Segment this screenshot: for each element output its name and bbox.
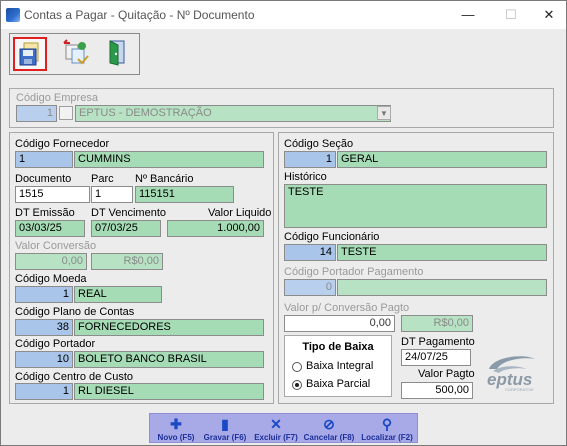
portador-pagamento-label: Código Portador Pagamento	[284, 266, 424, 278]
centro-custo-name-field: RL DIESEL	[74, 383, 264, 400]
gravar-label: Gravar (F6)	[203, 433, 247, 442]
parc-field[interactable]: 1	[91, 186, 133, 203]
valor-conv-pagto-label: Valor p/ Conversão Pagto	[284, 302, 410, 314]
valor-liquido-field: 1.000,00	[167, 220, 264, 237]
action-bar: ✚ Novo (F5) ▮ Gravar (F6) ✕ Excluir (F7)…	[149, 413, 418, 443]
fornecedor-label: Código Fornecedor	[15, 138, 110, 150]
plus-icon: ✚	[170, 416, 182, 432]
plano-contas-code-field[interactable]: 38	[15, 319, 73, 336]
secao-name-field: GERAL	[337, 151, 547, 168]
funcionario-name-field: TESTE	[337, 244, 547, 261]
portador-name-field: BOLETO BANCO BRASIL	[74, 351, 264, 368]
fornecedor-name-field: CUMMINS	[74, 151, 264, 168]
dt-emissao-field: 03/03/25	[15, 220, 85, 237]
logo-subtext: CORPORATIVE	[505, 387, 534, 392]
valor-conv-pagto-rs-field: R$0,00	[401, 315, 473, 332]
funcionario-label: Código Funcionário	[284, 231, 380, 243]
empresa-group: Código Empresa 1 EPTUS - DEMOSTRAÇÃO ▼	[9, 88, 554, 128]
documento-field[interactable]: 1515	[15, 186, 90, 203]
novo-label: Novo (F5)	[157, 433, 195, 442]
save-disk-button[interactable]	[13, 37, 47, 71]
gravar-button[interactable]: ▮ Gravar (F6)	[200, 415, 250, 443]
dt-pagamento-field[interactable]: 24/07/25	[401, 349, 471, 366]
chevron-down-icon[interactable]: ▼	[377, 106, 391, 120]
valor-pagto-field[interactable]: 500,00	[401, 382, 473, 399]
valor-conv-pagto-field: 0,00	[284, 315, 395, 332]
nbancario-label: Nº Bancário	[135, 173, 194, 185]
baixa-integral-label[interactable]: Baixa Integral	[306, 360, 373, 372]
save-icon: ▮	[221, 416, 229, 432]
empresa-lookup-icon[interactable]	[59, 106, 73, 120]
tipo-baixa-title: Tipo de Baixa	[302, 341, 374, 353]
secao-label: Código Seção	[284, 138, 354, 150]
parc-label: Parc	[91, 173, 114, 185]
moeda-code-field[interactable]: 1	[15, 286, 73, 303]
excluir-button[interactable]: ✕ Excluir (F7)	[252, 415, 300, 443]
save-disk-icon	[19, 42, 39, 66]
delete-x-icon: ✕	[270, 416, 282, 432]
plano-contas-label: Código Plano de Contas	[15, 306, 135, 318]
title-bar: Contas a Pagar - Quitação - Nº Documento…	[1, 1, 566, 29]
portador-pagamento-name-field	[337, 279, 547, 296]
moeda-name-field: REAL	[74, 286, 162, 303]
close-button[interactable]: ✕	[535, 5, 563, 25]
valor-liquido-label: Valor Liquido	[208, 207, 272, 219]
centro-custo-label: Código Centro de Custo	[15, 371, 134, 383]
search-icon: ⚲	[381, 416, 393, 432]
baixa-parcial-radio[interactable]	[292, 380, 302, 390]
dt-pagamento-label: DT Pagamento	[401, 336, 475, 348]
eptus-logo-swoosh-icon: eptus CORPORATIVE	[487, 356, 535, 392]
excluir-label: Excluir (F7)	[254, 433, 298, 442]
main-window: Contas a Pagar - Quitação - Nº Documento…	[0, 0, 567, 446]
dt-vencimento-label: DT Vencimento	[91, 207, 167, 219]
valor-pagto-label: Valor Pagto	[418, 368, 475, 380]
window-title: Contas a Pagar - Quitação - Nº Documento	[24, 8, 255, 22]
left-panel: Código Fornecedor 1 CUMMINS Documento Pa…	[9, 132, 274, 404]
localizar-button[interactable]: ⚲ Localizar (F2)	[358, 415, 416, 443]
centro-custo-code-field[interactable]: 1	[15, 383, 73, 400]
valor-conversao-rs-field: R$0,00	[91, 253, 163, 270]
empresa-name-select[interactable]: EPTUS - DEMOSTRAÇÃO	[75, 105, 391, 122]
empresa-label: Código Empresa	[16, 92, 98, 104]
documento-label: Documento	[15, 173, 72, 185]
plano-contas-name-field: FORNECEDORES	[74, 319, 264, 336]
valor-conversao-label: Valor Conversão	[15, 240, 97, 252]
localizar-label: Localizar (F2)	[361, 433, 413, 442]
exit-door-button[interactable]	[102, 37, 136, 71]
cancelar-label: Cancelar (F8)	[303, 433, 355, 442]
historico-textarea[interactable]: TESTE	[284, 184, 547, 228]
baixa-parcial-label[interactable]: Baixa Parcial	[306, 378, 370, 390]
cancelar-button[interactable]: ⊘ Cancelar (F8)	[302, 415, 356, 443]
portador-code-field[interactable]: 10	[15, 351, 73, 368]
secao-code-field[interactable]: 1	[284, 151, 336, 168]
dt-emissao-label: DT Emissão	[15, 207, 75, 219]
eptus-logo: eptus CORPORATIVE	[483, 353, 545, 393]
nbancario-field: 115151	[135, 186, 234, 203]
app-logo-icon	[6, 8, 20, 22]
fornecedor-code-field[interactable]: 1	[15, 151, 73, 168]
portador-label: Código Portador	[15, 338, 96, 350]
minimize-button[interactable]: —	[454, 5, 482, 25]
dt-vencimento-field: 07/03/25	[91, 220, 161, 237]
portador-pagamento-code-field: 0	[284, 279, 336, 296]
novo-button[interactable]: ✚ Novo (F5)	[154, 415, 198, 443]
empresa-code-field[interactable]: 1	[16, 105, 57, 122]
maximize-button[interactable]: ☐	[497, 5, 525, 25]
historico-label: Histórico	[284, 171, 327, 183]
toolbar	[9, 33, 140, 75]
tipo-baixa-group: Tipo de Baixa Baixa Integral Baixa Parci…	[284, 335, 392, 397]
baixa-integral-radio[interactable]	[292, 362, 302, 372]
valor-conversao-field: 0,00	[15, 253, 87, 270]
refresh-exchange-icon	[63, 39, 89, 65]
refresh-exchange-button[interactable]	[60, 37, 94, 71]
funcionario-code-field[interactable]: 14	[284, 244, 336, 261]
moeda-label: Código Moeda	[15, 273, 87, 285]
cancel-icon: ⊘	[323, 416, 335, 432]
exit-door-icon	[109, 40, 125, 66]
